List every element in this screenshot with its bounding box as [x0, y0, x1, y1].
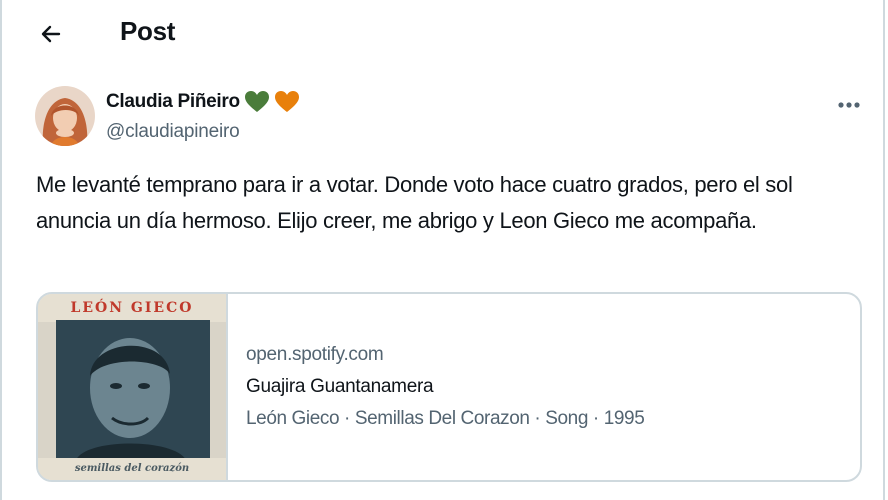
author-row: Claudia Piñeiro [106, 90, 300, 114]
green-heart-icon [244, 90, 270, 114]
album-subtitle: semillas del corazón [38, 458, 226, 480]
author-name[interactable]: Claudia Piñeiro [106, 91, 240, 113]
post-header: Post [2, 0, 883, 66]
album-title: LEÓN GIECO [38, 294, 226, 322]
back-button[interactable] [34, 17, 68, 51]
link-title: Guajira Guantanamera [246, 376, 434, 397]
more-options-button[interactable] [834, 92, 864, 118]
page-title: Post [120, 16, 176, 46]
link-card-body: open.spotify.com Guajira Guantanamera Le… [228, 294, 645, 480]
avatar-image [35, 86, 95, 146]
author-handle[interactable]: @claudiapineiro [106, 121, 240, 143]
orange-heart-icon [274, 90, 300, 114]
link-card[interactable]: LEÓN GIECO semillas del corazón open.spo… [36, 292, 862, 482]
post-view: Post Claudia Piñeiro @claudiapineiro Me … [0, 0, 885, 500]
post-text: Me levanté temprano para ir a votar. Don… [36, 172, 793, 233]
album-portrait [56, 320, 210, 460]
back-arrow-icon [41, 25, 61, 43]
avatar[interactable] [35, 86, 95, 146]
link-description: León Gieco · Semillas Del Corazon · Song… [246, 408, 645, 429]
album-cover-image: LEÓN GIECO semillas del corazón [38, 294, 228, 480]
more-dots-icon [838, 102, 860, 108]
link-domain: open.spotify.com [246, 344, 384, 365]
